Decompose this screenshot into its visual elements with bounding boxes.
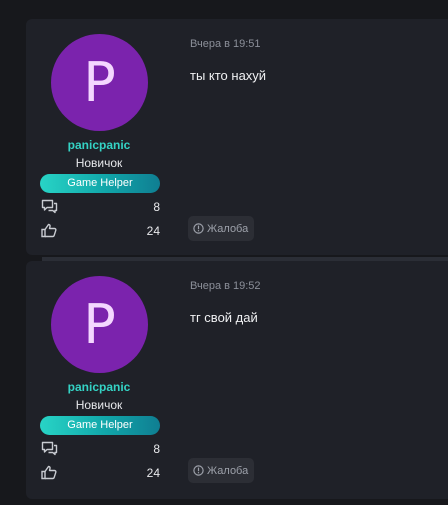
user-badge: Game Helper xyxy=(40,416,160,435)
user-title: Новичок xyxy=(75,398,123,412)
post: P panicpanic Новичок Game Helper 8 24 Вч… xyxy=(26,261,448,499)
avatar-letter: P xyxy=(83,50,116,114)
likes-icon xyxy=(40,464,58,480)
post-date[interactable]: Вчера в 19:52 xyxy=(190,280,261,292)
report-label: Жалоба xyxy=(207,464,249,477)
user-badge: Game Helper xyxy=(40,174,160,193)
user-info: P panicpanic Новичок Game Helper 8 24 xyxy=(26,19,172,255)
username-link[interactable]: panicpanic xyxy=(26,138,172,152)
username-link[interactable]: panicpanic xyxy=(26,380,172,394)
avatar-letter: P xyxy=(83,292,116,356)
avatar[interactable]: P xyxy=(51,276,148,373)
avatar[interactable]: P xyxy=(51,34,148,131)
post-message: ты кто нахуй xyxy=(190,68,267,83)
report-button[interactable]: Жалоба xyxy=(188,216,255,241)
report-button[interactable]: Жалоба xyxy=(188,458,255,483)
user-title: Новичок xyxy=(75,156,123,170)
post-date[interactable]: Вчера в 19:51 xyxy=(190,38,261,50)
report-icon xyxy=(193,465,204,476)
messages-icon xyxy=(40,198,58,214)
likes-icon xyxy=(40,222,58,238)
report-icon xyxy=(193,223,204,234)
report-label: Жалоба xyxy=(207,222,249,235)
messages-icon xyxy=(40,440,58,456)
messages-count: 8 xyxy=(153,442,160,456)
post: P panicpanic Новичок Game Helper 8 24 Вч… xyxy=(26,19,448,261)
likes-count: 24 xyxy=(146,224,160,238)
messages-count: 8 xyxy=(153,200,160,214)
post-message: тг свой дай xyxy=(190,310,258,325)
likes-count: 24 xyxy=(146,466,160,480)
user-info: P panicpanic Новичок Game Helper 8 24 xyxy=(26,261,172,499)
thread: P panicpanic Новичок Game Helper 8 24 Вч… xyxy=(26,19,448,505)
